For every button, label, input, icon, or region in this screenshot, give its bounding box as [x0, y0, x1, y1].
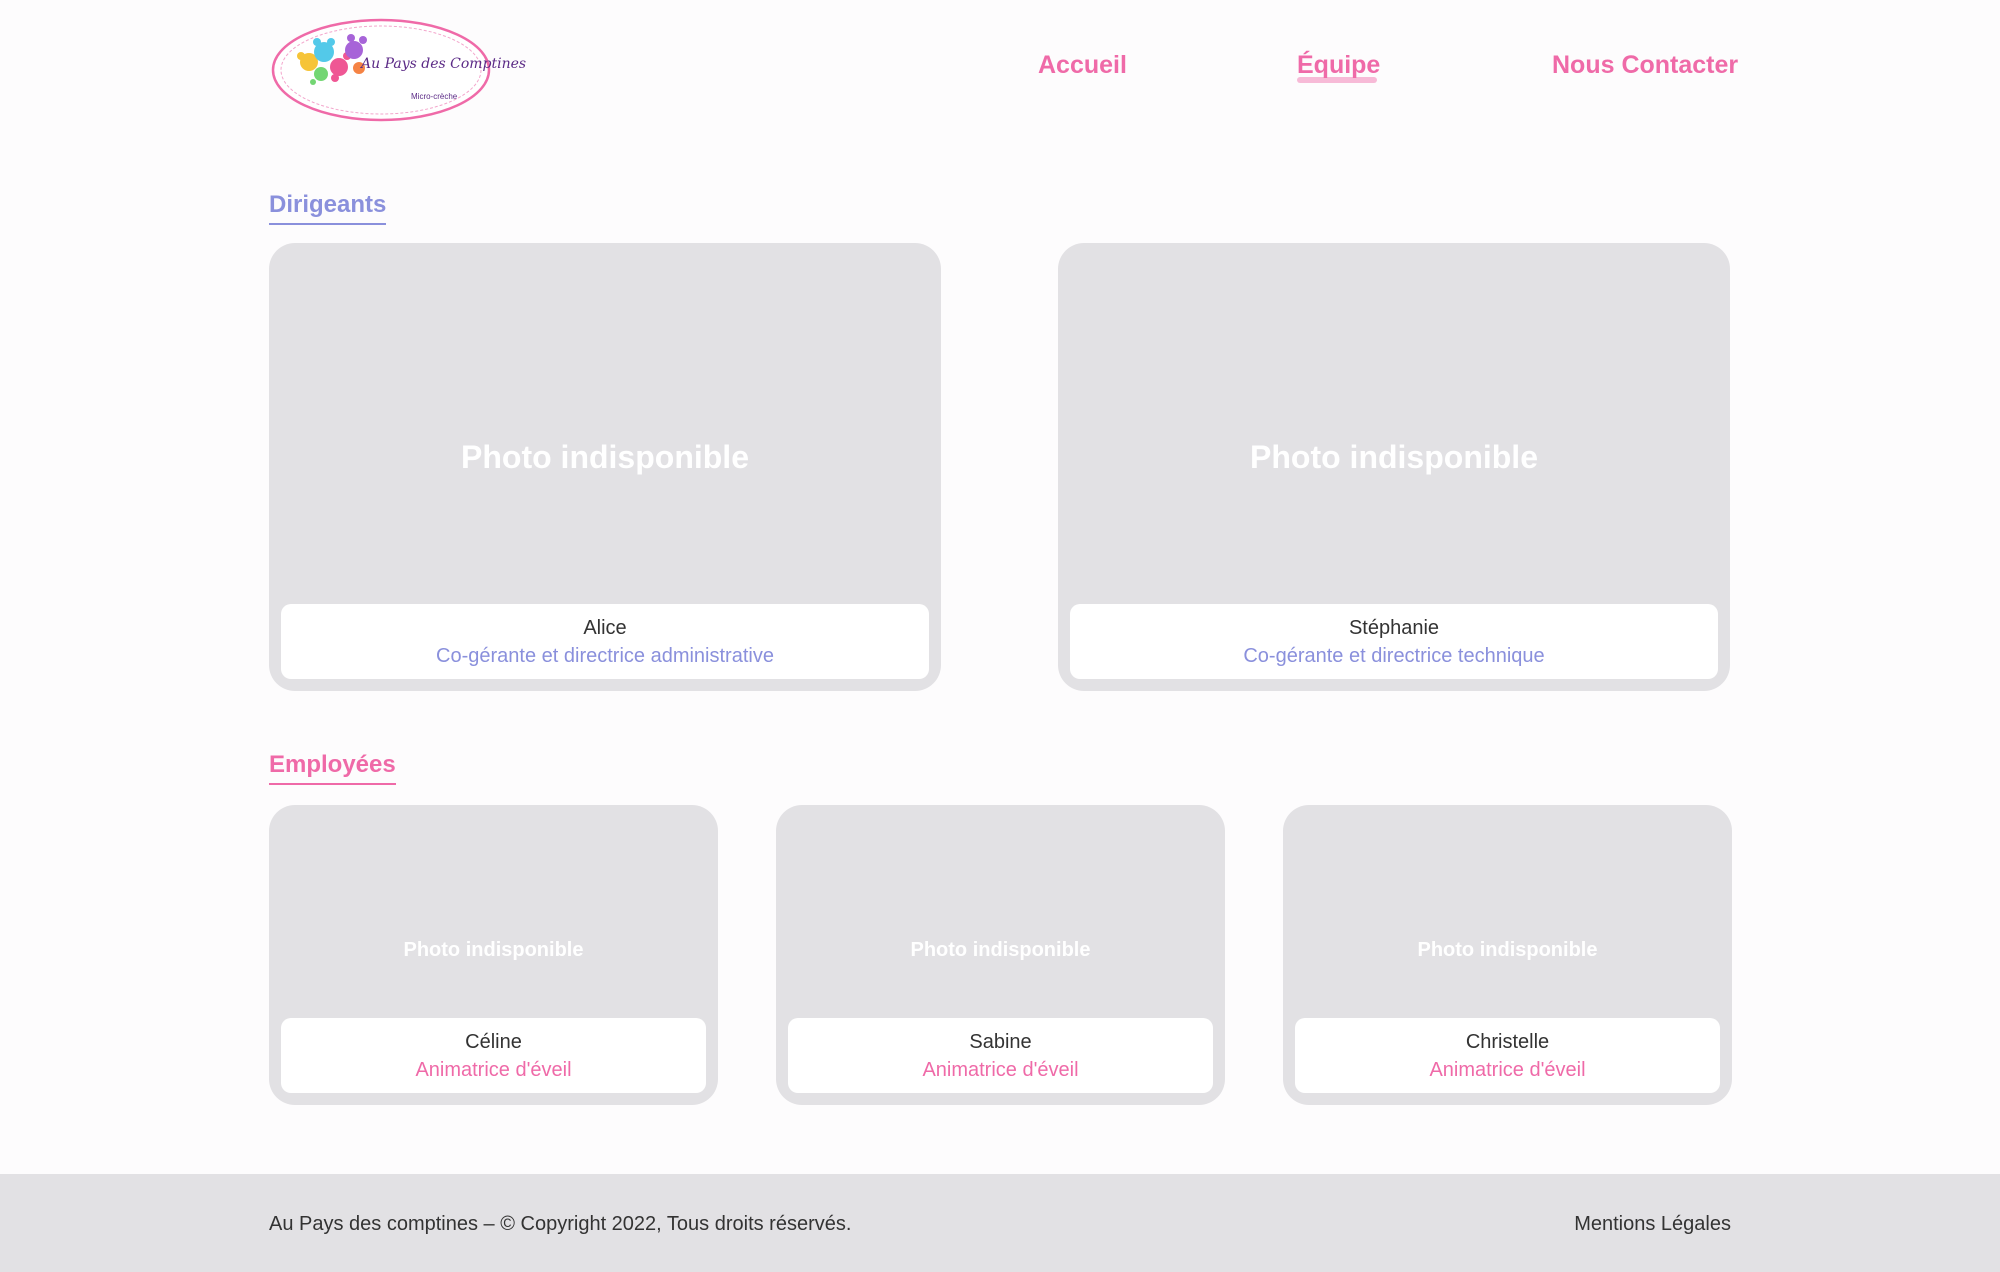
team-card-celine: Photo indisponible Céline Animatrice d'é…: [269, 805, 718, 1105]
site-footer: Au Pays des comptines – © Copyright 2022…: [0, 1174, 2000, 1272]
card-caption: Alice Co-gérante et directrice administr…: [281, 604, 929, 679]
card-caption: Christelle Animatrice d'éveil: [1295, 1018, 1720, 1093]
photo-placeholder: Photo indisponible: [1250, 439, 1538, 475]
photo-placeholder: Photo indisponible: [461, 439, 749, 475]
team-card-christelle: Photo indisponible Christelle Animatrice…: [1283, 805, 1732, 1105]
nav-accueil[interactable]: Accueil: [1038, 48, 1127, 82]
card-caption: Sabine Animatrice d'éveil: [788, 1018, 1213, 1093]
team-card-alice: Photo indisponible Alice Co-gérante et d…: [269, 243, 941, 691]
team-card-sabine: Photo indisponible Sabine Animatrice d'é…: [776, 805, 1225, 1105]
member-role: Co-gérante et directrice technique: [1243, 645, 1545, 667]
site-logo[interactable]: Au Pays des Comptines Micro-crèche: [269, 12, 526, 124]
member-name: Christelle: [1465, 1031, 1550, 1053]
card-caption: Stéphanie Co-gérante et directrice techn…: [1070, 604, 1718, 679]
nav-nous-contacter[interactable]: Nous Contacter: [1552, 48, 1738, 82]
member-role: Animatrice d'éveil: [1429, 1059, 1586, 1081]
member-name: Céline: [465, 1031, 522, 1053]
member-name: Stéphanie: [1348, 617, 1440, 639]
team-card-stephanie: Photo indisponible Stéphanie Co-gérante …: [1058, 243, 1730, 691]
site-header: Au Pays des Comptines Micro-crèche Accue…: [0, 0, 2000, 130]
mentions-legales-link[interactable]: Mentions Légales: [1574, 1210, 1731, 1238]
member-name: Alice: [583, 617, 627, 639]
logo-subtitle: Micro-crèche: [411, 92, 458, 101]
member-role: Co-gérante et directrice administrative: [436, 645, 774, 667]
section-title-dirigeants: Dirigeants: [269, 189, 387, 225]
member-role: Animatrice d'éveil: [415, 1059, 572, 1081]
section-title-employees: Employées: [269, 749, 396, 785]
photo-placeholder: Photo indisponible: [1417, 939, 1598, 961]
logo-title: Au Pays des Comptines: [361, 56, 527, 72]
member-name: Sabine: [969, 1031, 1032, 1053]
member-role: Animatrice d'éveil: [922, 1059, 1079, 1081]
nav-active-indicator: [1297, 77, 1377, 83]
photo-placeholder: Photo indisponible: [403, 939, 584, 961]
card-caption: Céline Animatrice d'éveil: [281, 1018, 706, 1093]
photo-placeholder: Photo indisponible: [910, 939, 1091, 961]
footer-copyright: Au Pays des comptines – © Copyright 2022…: [269, 1213, 852, 1235]
